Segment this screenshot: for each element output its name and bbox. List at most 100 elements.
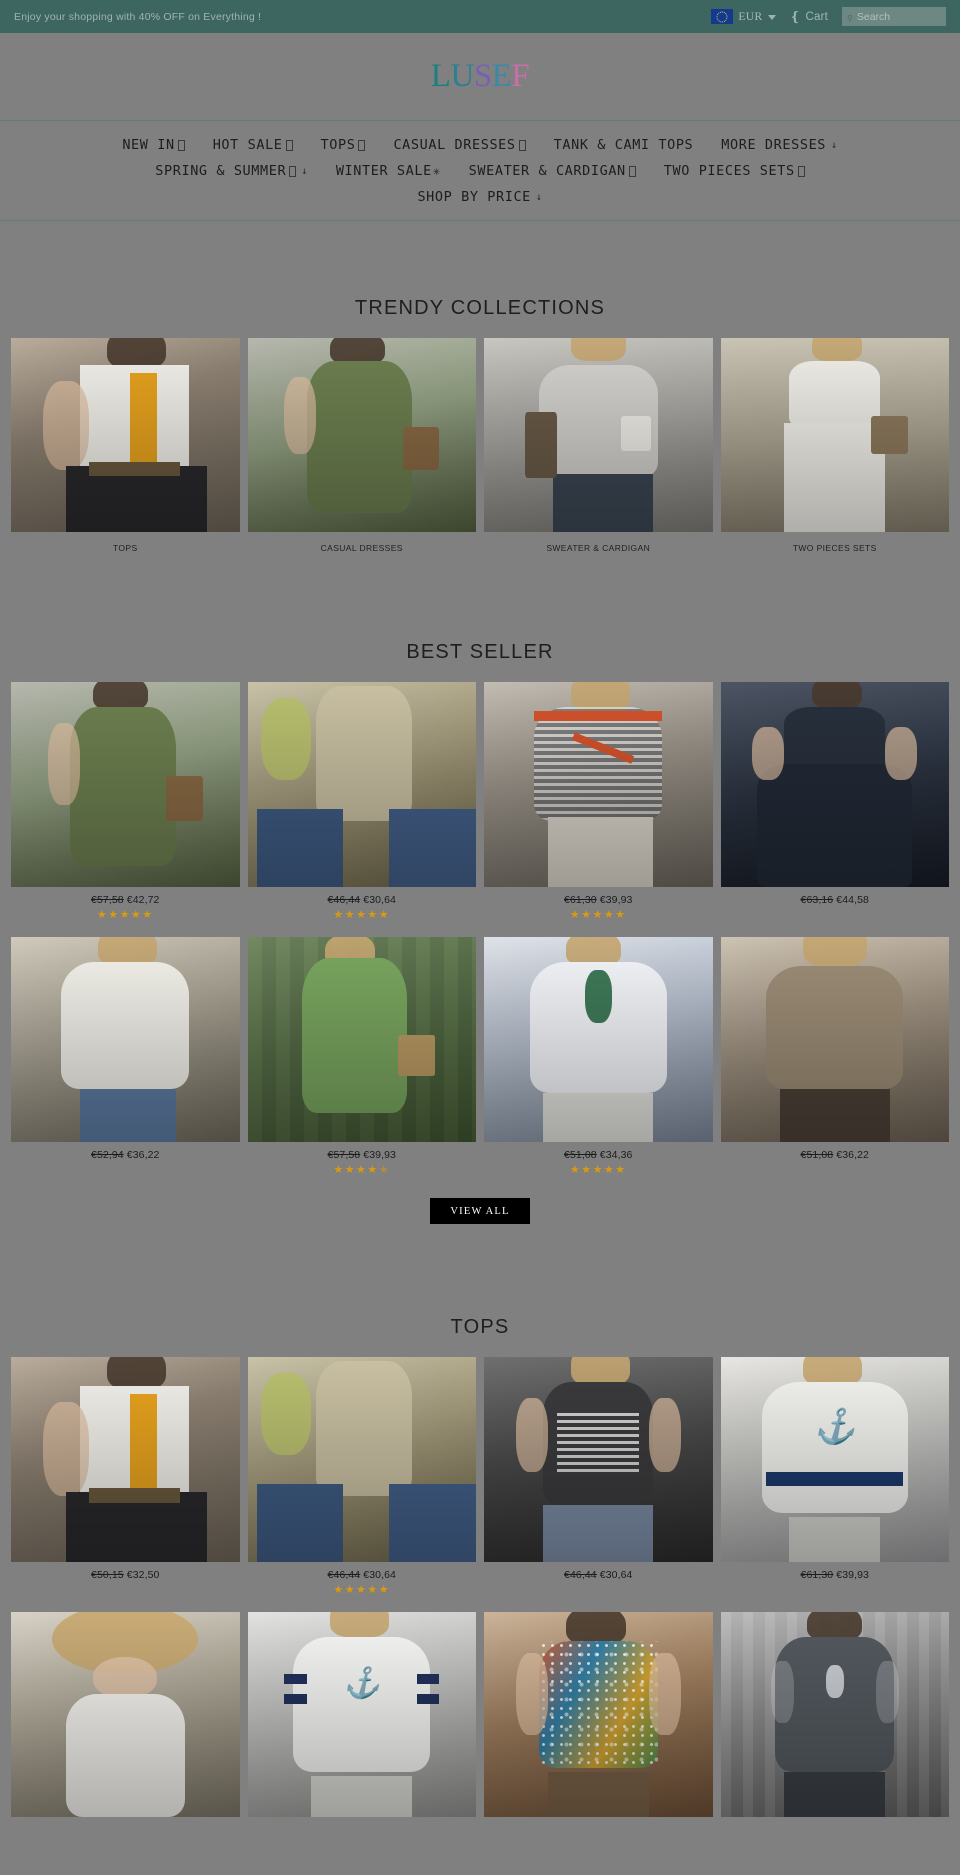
product-old-price: €46,44	[327, 1569, 361, 1581]
product-image[interactable]	[720, 682, 949, 887]
product-card[interactable]: ⚓	[247, 1612, 476, 1817]
product-card[interactable]: €61,30 €39,93 ★★★★★	[484, 682, 713, 921]
collection-image[interactable]	[484, 338, 713, 532]
product-image[interactable]	[484, 1612, 713, 1817]
nav-item-more-dresses[interactable]: MORE DRESSES ↓	[721, 137, 837, 153]
product-price-row: €57,58 €42,72	[11, 887, 240, 906]
collection-tile[interactable]: TWO PIECES SETS	[720, 338, 949, 553]
product-rating: ★★★★★	[333, 1584, 391, 1596]
nav-item-winter-sale[interactable]: WINTER SALE ✳	[336, 163, 441, 179]
nav-item-tank-cami-tops[interactable]: TANK & CAMI TOPS	[554, 137, 694, 153]
collection-tile[interactable]: SWEATER & CARDIGAN	[484, 338, 713, 553]
product-price-row: €46,44 €30,64	[248, 1562, 477, 1581]
view-all-wrapper: VIEW ALL	[0, 1198, 960, 1224]
collection-caption: CASUAL DRESSES	[320, 543, 403, 553]
product-image[interactable]: ⚓	[720, 1357, 949, 1562]
product-card[interactable]: €57,58 €42,72 ★★★★★	[11, 682, 240, 921]
nav-item-label: SHOP BY PRICE	[417, 189, 531, 205]
product-new-price: €34,36	[599, 1149, 633, 1161]
search-input[interactable]	[856, 10, 941, 23]
product-card[interactable]: €51,08 €36,22	[720, 937, 949, 1176]
cart-label: Cart	[805, 10, 828, 23]
product-photo	[484, 1357, 713, 1562]
collection-caption: SWEATER & CARDIGAN	[546, 543, 651, 553]
best-seller-title: BEST SELLER	[406, 641, 554, 663]
collection-image[interactable]	[720, 338, 949, 532]
announcement-bar: Enjoy your shopping with 40% OFF on Ever…	[0, 0, 960, 33]
product-card[interactable]: €50,15 €32,50	[11, 1357, 240, 1596]
product-image[interactable]	[11, 682, 240, 887]
nav-row-2: SPRING & SUMMER ↓ WINTER SALE ✳ SWEATER & CA…	[0, 158, 960, 184]
product-image[interactable]	[484, 937, 713, 1142]
product-price-row: €61,30 €39,93	[721, 1562, 950, 1581]
cart-link[interactable]: ❴ Cart	[790, 10, 828, 23]
product-price-row: €46,44 €30,64	[484, 1562, 713, 1581]
product-image[interactable]	[720, 1612, 949, 1817]
product-new-price: €39,93	[363, 1149, 396, 1161]
cart-icon: ❴	[789, 9, 801, 24]
best-seller-grid-row-2: €52,94 €36,22 €57,58 €39,93 ★★★★★ €51,08 €34,3…	[0, 937, 960, 1176]
product-card[interactable]: €46,44 €30,64 ★★★★★	[247, 1357, 477, 1596]
nav-item-new-in[interactable]: NEW IN	[122, 137, 185, 153]
product-card[interactable]	[11, 1612, 240, 1817]
product-image[interactable]	[247, 682, 476, 887]
nav-item-label: NEW IN	[122, 137, 175, 153]
product-photo	[247, 937, 476, 1142]
product-image[interactable]	[11, 937, 240, 1142]
product-image[interactable]	[11, 1357, 240, 1562]
collection-tile[interactable]: CASUAL DRESSES	[247, 338, 476, 553]
product-new-price: €39,93	[599, 894, 633, 906]
product-rating: ★★★★★	[333, 909, 391, 921]
nav-item-hot-sale[interactable]: HOT SALE	[213, 137, 293, 153]
product-image[interactable]: ⚓	[247, 1612, 476, 1817]
tops-section-title: TOPS	[450, 1316, 510, 1338]
product-image[interactable]	[11, 1612, 240, 1817]
product-new-price: €30,64	[599, 1569, 633, 1581]
product-price-row: €50,15 €32,50	[11, 1562, 240, 1581]
collection-image[interactable]	[11, 338, 240, 532]
product-photo: ⚓	[247, 1612, 476, 1817]
search-box[interactable]: ⚲	[842, 7, 946, 26]
nav-item-label: WINTER SALE	[335, 163, 432, 179]
product-card[interactable]: €52,94 €36,22	[11, 937, 240, 1176]
collection-tile[interactable]: TOPS	[11, 338, 240, 553]
product-card[interactable]: €63,16 €44,58	[720, 682, 950, 921]
product-new-price: €30,64	[363, 894, 396, 906]
product-image[interactable]	[720, 937, 949, 1142]
product-photo	[247, 682, 476, 887]
product-card[interactable]: €51,08 €34,36 ★★★★★	[484, 937, 713, 1176]
product-rating	[721, 906, 950, 921]
nav-badge-icon	[358, 139, 366, 151]
product-price-row: €61,30 €39,93	[484, 887, 713, 906]
product-image[interactable]	[247, 1357, 476, 1562]
product-image[interactable]	[484, 1357, 713, 1562]
nav-item-shop-by-price[interactable]: SHOP BY PRICE ↓	[417, 189, 542, 205]
product-card[interactable]	[484, 1612, 713, 1817]
view-all-button[interactable]: VIEW ALL	[430, 1198, 530, 1224]
nav-item-two-pieces-sets[interactable]: TWO PIECES SETS	[664, 163, 805, 179]
product-image[interactable]	[484, 682, 713, 887]
nav-item-casual-dresses[interactable]: CASUAL DRESSES	[393, 137, 526, 153]
product-price-row: €57,58 €39,93	[248, 1142, 477, 1161]
product-image[interactable]	[247, 937, 476, 1142]
product-new-price: €42,72	[126, 894, 160, 906]
nav-star-icon: ✳	[432, 164, 441, 178]
main-navigation: NEW IN HOT SALE TOPS CASUAL DRESSES TANK & C…	[0, 120, 960, 221]
product-card[interactable]: €57,58 €39,93 ★★★★★	[247, 937, 477, 1176]
nav-item-spring-summer[interactable]: SPRING & SUMMER ↓	[155, 163, 308, 179]
product-card[interactable]: €46,44 €30,64 ★★★★★	[247, 682, 476, 921]
product-card[interactable]: ⚓€61,30€39,93	[720, 1357, 950, 1596]
nav-item-tops[interactable]: TOPS	[321, 137, 366, 153]
product-card[interactable]	[720, 1612, 949, 1817]
collection-image[interactable]	[247, 338, 476, 532]
product-card[interactable]: €46,44 €30,64	[484, 1357, 713, 1596]
currency-selector[interactable]: EUR	[711, 9, 776, 24]
nav-badge-icon	[797, 165, 805, 177]
nav-item-label: MORE DRESSES	[721, 137, 827, 153]
product-old-price: €52,94	[91, 1149, 124, 1161]
nav-item-sweater-cardigan[interactable]: SWEATER & CARDIGAN	[469, 163, 636, 179]
site-logo[interactable]: LUSEF	[431, 58, 530, 94]
logo-letter-3: S	[473, 58, 492, 94]
nav-row-1: NEW IN HOT SALE TOPS CASUAL DRESSES TANK & C…	[0, 132, 960, 158]
logo-letter-2: U	[450, 58, 474, 94]
